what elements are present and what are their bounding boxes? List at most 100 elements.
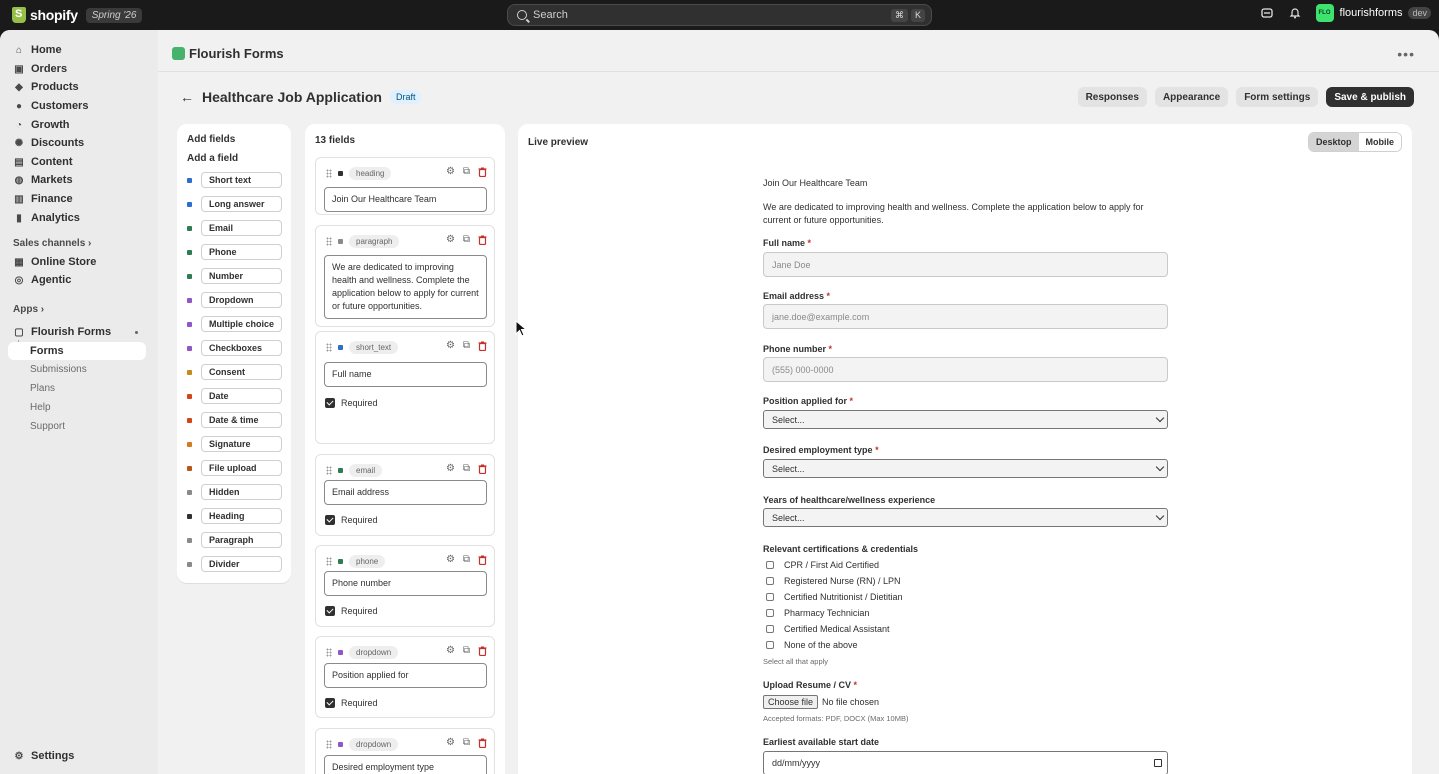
duplicate-icon[interactable]: ⧉ (461, 340, 472, 351)
add-field-paragraph-button[interactable]: Paragraph (187, 532, 282, 548)
duplicate-icon[interactable]: ⧉ (461, 234, 472, 245)
sidebar-item-analytics[interactable]: ▮ Analytics (8, 209, 146, 227)
more-actions-icon[interactable]: ••• (1397, 46, 1415, 62)
sidebar-item-forms[interactable]: Forms (8, 342, 146, 360)
certification-checkbox[interactable]: CPR / First Aid Certified (766, 560, 879, 570)
drag-handle-icon[interactable] (326, 343, 332, 352)
field-card-paragraph[interactable]: paragraph ⚙ ⧉ We are dedicated to improving… (315, 225, 495, 327)
gear-icon[interactable]: ⚙ (445, 645, 456, 656)
desktop-mode-button[interactable]: Desktop (1308, 133, 1359, 151)
certification-checkbox[interactable]: Pharmacy Technician (766, 608, 869, 618)
sidebar-item-customers[interactable]: ● Customers (8, 97, 146, 115)
add-field-multiple-choice-button[interactable]: Multiple choice (187, 316, 282, 332)
sidebar-item-agentic[interactable]: ◎ Agentic (8, 271, 146, 289)
position-select[interactable]: Select... (763, 410, 1168, 429)
add-field-heading-button[interactable]: Heading (187, 508, 282, 524)
add-field-date-button[interactable]: Date (187, 388, 282, 404)
add-field-email-button[interactable]: Email (187, 220, 282, 236)
add-field-number-button[interactable]: Number (187, 268, 282, 284)
back-arrow-icon[interactable]: ← (180, 89, 194, 105)
sidebar-item-online-store[interactable]: ▦ Online Store (8, 253, 146, 271)
phone-input[interactable]: (555) 000-0000 (763, 357, 1168, 382)
save-publish-button[interactable]: Save & publish (1326, 87, 1414, 107)
drag-handle-icon[interactable] (326, 557, 332, 566)
add-field-long-answer-button[interactable]: Long answer (187, 196, 282, 212)
store-switcher[interactable]: FLO flourishforms dev (1315, 4, 1431, 22)
certification-checkbox[interactable]: Certified Medical Assistant (766, 624, 890, 634)
field-card-dropdown[interactable]: dropdown⚙⧉Desired employment typeRequire… (315, 728, 495, 774)
field-card-short-text[interactable]: short_text ⚙ ⧉ Full name Required (315, 331, 495, 444)
gear-icon[interactable]: ⚙ (445, 234, 456, 245)
shopify-logo[interactable]: shopify Spring '26 (12, 7, 143, 23)
trash-icon[interactable] (477, 166, 488, 177)
sidebar-item-plans[interactable]: Plans (30, 383, 55, 394)
gear-icon[interactable]: ⚙ (445, 554, 456, 565)
sidebar-item-discounts[interactable]: ✺ Discounts (8, 134, 146, 152)
trash-icon[interactable] (477, 737, 488, 748)
field-label-input[interactable]: Position applied for (324, 663, 487, 688)
field-label-input[interactable]: Desired employment type (324, 755, 487, 774)
add-field-phone-button[interactable]: Phone (187, 244, 282, 260)
gear-icon[interactable]: ⚙ (445, 166, 456, 177)
sidebar-item-flourish-forms[interactable]: ▢ Flourish Forms (8, 323, 146, 341)
form-settings-button[interactable]: Form settings (1236, 87, 1319, 107)
field-card-dropdown[interactable]: dropdown ⚙ ⧉ Position applied for Required (315, 636, 495, 718)
responses-button[interactable]: Responses (1077, 87, 1147, 107)
duplicate-icon[interactable]: ⧉ (461, 166, 472, 177)
field-card-email[interactable]: email ⚙ ⧉ Email address Required (315, 454, 495, 536)
add-field-file-upload-button[interactable]: File upload (187, 460, 282, 476)
field-label-input[interactable]: Full name (324, 362, 487, 387)
required-checkbox[interactable]: Required (325, 515, 378, 525)
trash-icon[interactable] (477, 234, 488, 245)
experience-select[interactable]: Select... (763, 508, 1168, 527)
duplicate-icon[interactable]: ⧉ (461, 645, 472, 656)
start-date-input[interactable]: dd/mm/yyyy (763, 751, 1168, 774)
employment-type-select[interactable]: Select... (763, 459, 1168, 478)
bell-icon[interactable] (1288, 6, 1302, 20)
sidebar-item-help[interactable]: Help (30, 402, 51, 413)
certification-checkbox[interactable]: Registered Nurse (RN) / LPN (766, 576, 901, 586)
add-field-signature-button[interactable]: Signature (187, 436, 282, 452)
add-field-divider-button[interactable]: Divider (187, 556, 282, 572)
gear-icon[interactable]: ⚙ (445, 340, 456, 351)
sidebar-item-support[interactable]: Support (30, 421, 65, 432)
drag-handle-icon[interactable] (326, 466, 332, 475)
sidebar-item-finance[interactable]: ▥ Finance (8, 190, 146, 208)
add-field-date-time-button[interactable]: Date & time (187, 412, 282, 428)
sidekick-icon[interactable] (1260, 6, 1274, 20)
trash-icon[interactable] (477, 340, 488, 351)
field-card-heading[interactable]: heading ⚙ ⧉ Join Our Healthcare Team (315, 157, 495, 215)
add-field-hidden-button[interactable]: Hidden (187, 484, 282, 500)
drag-handle-icon[interactable] (326, 237, 332, 246)
drag-handle-icon[interactable] (326, 740, 332, 749)
required-checkbox[interactable]: Required (325, 606, 378, 616)
field-label-input[interactable]: Join Our Healthcare Team (324, 187, 487, 212)
drag-handle-icon[interactable] (326, 169, 332, 178)
required-checkbox[interactable]: Required (325, 698, 378, 708)
duplicate-icon[interactable]: ⧉ (461, 554, 472, 565)
field-label-input[interactable]: Phone number (324, 571, 487, 596)
sidebar-item-content[interactable]: ▤ Content (8, 153, 146, 171)
trash-icon[interactable] (477, 463, 488, 474)
sidebar-item-products[interactable]: ◆ Products (8, 78, 146, 96)
sidebar-item-submissions[interactable]: Submissions (30, 364, 87, 375)
field-card-phone[interactable]: phone ⚙ ⧉ Phone number Required (315, 545, 495, 627)
sidebar-item-growth[interactable]: ◔ Growth (8, 116, 146, 134)
sales-channels-header[interactable]: Sales channels › (13, 238, 91, 249)
drag-handle-icon[interactable] (326, 648, 332, 657)
sidebar-item-markets[interactable]: ◍ Markets (8, 171, 146, 189)
add-field-dropdown-button[interactable]: Dropdown (187, 292, 282, 308)
calendar-icon[interactable] (1154, 759, 1162, 767)
add-field-consent-button[interactable]: Consent (187, 364, 282, 380)
mobile-mode-button[interactable]: Mobile (1358, 133, 1401, 151)
field-label-input[interactable]: We are dedicated to improving health and… (324, 255, 487, 319)
gear-icon[interactable]: ⚙ (445, 737, 456, 748)
appearance-button[interactable]: Appearance (1154, 87, 1229, 107)
sidebar-item-home[interactable]: ⌂ Home (8, 41, 146, 59)
certification-checkbox[interactable]: None of the above (766, 640, 858, 650)
email-input[interactable]: jane.doe@example.com (763, 304, 1168, 329)
certification-checkbox[interactable]: Certified Nutritionist / Dietitian (766, 592, 903, 602)
gear-icon[interactable]: ⚙ (445, 463, 456, 474)
required-checkbox[interactable]: Required (325, 398, 378, 408)
duplicate-icon[interactable]: ⧉ (461, 463, 472, 474)
